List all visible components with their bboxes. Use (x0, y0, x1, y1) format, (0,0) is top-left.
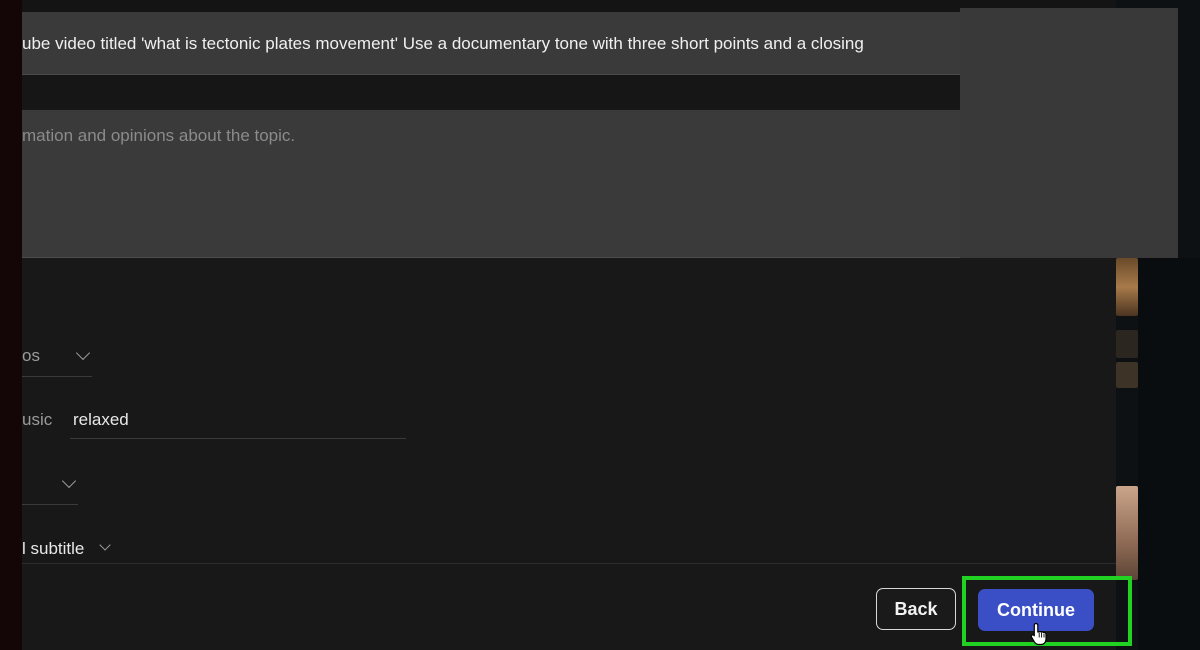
prompt-text: ube video titled 'what is tectonic plate… (22, 34, 864, 53)
chevron-down-icon[interactable] (61, 473, 77, 489)
left-edge (0, 0, 22, 650)
dropdown-value: os (22, 346, 40, 365)
subtitle-label: l subtitle (22, 539, 85, 558)
music-value: relaxed (73, 410, 129, 429)
chevron-down-icon[interactable] (99, 539, 111, 551)
background-dark-area (1138, 258, 1200, 650)
dialog-top-bar (22, 0, 1116, 12)
dropdown-underline (22, 504, 78, 505)
prompt-separator (22, 75, 960, 109)
background-thumbnail (1116, 330, 1138, 358)
music-label: usic (22, 410, 53, 429)
generator-dialog: ube video titled 'what is tectonic plate… (22, 0, 1178, 650)
footer-divider (22, 563, 1116, 564)
background-thumbnail (1116, 362, 1138, 388)
dropdown-label[interactable]: os (22, 346, 40, 366)
hand-pointer-icon (1030, 622, 1047, 646)
chevron-down-icon[interactable] (75, 345, 91, 361)
background-thumbnail (1116, 258, 1138, 316)
screen: ube video titled 'what is tectonic plate… (0, 0, 1200, 650)
music-underline (70, 438, 406, 439)
prompt-input[interactable]: ube video titled 'what is tectonic plate… (22, 12, 960, 75)
music-input[interactable]: relaxed (73, 410, 129, 430)
background-thumbnail (1116, 486, 1138, 580)
back-button[interactable]: Back (876, 588, 956, 630)
subtitle-dropdown[interactable]: l subtitle (22, 539, 84, 559)
description-placeholder: mation and opinions about the topic. (22, 126, 296, 145)
dropdown-underline (22, 376, 92, 377)
overlay-panel (960, 8, 1178, 258)
